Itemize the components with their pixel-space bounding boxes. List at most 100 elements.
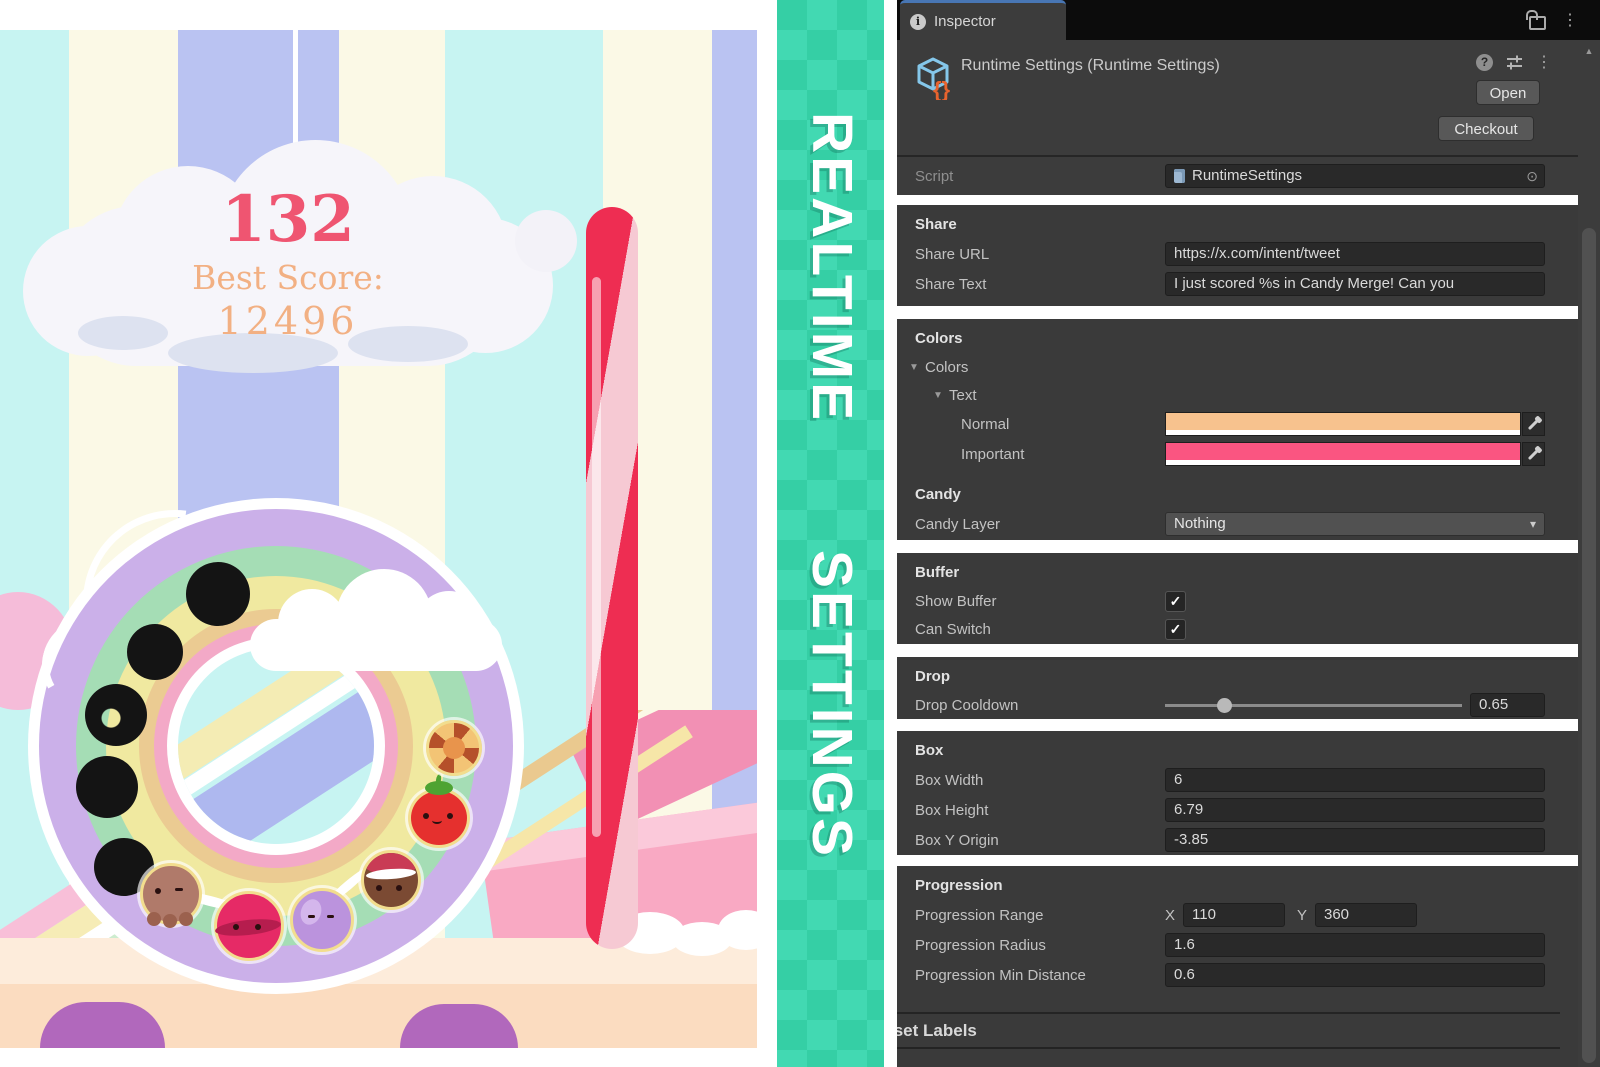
progression-min-distance-label: Progression Min Distance [915, 967, 1165, 984]
can-switch-label: Can Switch [915, 621, 1165, 638]
strawberry-candy [408, 788, 470, 848]
box-height-input[interactable]: 6.79 [1165, 798, 1545, 822]
object-picker-icon[interactable]: ⊙ [1526, 165, 1538, 187]
share-text-label: Share Text [915, 276, 1165, 293]
share-header: Share [915, 213, 1578, 239]
inspector-tab-bar: i Inspector ⋮ [897, 0, 1600, 40]
progression-range-label: Progression Range [915, 907, 1165, 924]
open-button[interactable]: Open [1476, 80, 1540, 105]
eyedropper-icon [1528, 449, 1539, 460]
box-height-label: Box Height [915, 802, 1165, 819]
buffer-header: Buffer [915, 561, 1578, 587]
banner-word-realtime: REALTIME [799, 112, 865, 423]
eyedropper-button[interactable] [1522, 412, 1545, 436]
important-color-label: Important [915, 446, 1165, 463]
colors-header: Colors [915, 327, 1578, 353]
cloud-puff [515, 210, 577, 272]
candy-layer-label: Candy Layer [915, 516, 1165, 533]
svg-text:{}: {} [933, 77, 951, 100]
component-header: {} Runtime Settings (Runtime Settings) ?… [897, 40, 1578, 195]
show-buffer-checkbox[interactable]: ✓ [1165, 591, 1186, 612]
script-field[interactable]: RuntimeSettings ⊙ [1165, 164, 1545, 188]
asset-labels-title: Asset Labels [897, 1021, 977, 1041]
progression-range-x-input[interactable]: 110 [1183, 903, 1285, 927]
x-axis-label: X [1165, 907, 1183, 924]
realtime-settings-banner: REALTIME SETTINGS [777, 0, 884, 1067]
colors-group-label: Colors [925, 359, 1175, 376]
important-color-swatch[interactable] [1165, 442, 1521, 466]
game-top-band [0, 0, 757, 30]
progression-radius-label: Progression Radius [915, 937, 1165, 954]
progression-min-distance-input[interactable]: 0.6 [1165, 963, 1545, 987]
foldout-icon[interactable]: ▼ [909, 362, 925, 373]
drop-cooldown-value[interactable]: 0.65 [1470, 693, 1545, 717]
tab-inspector[interactable]: i Inspector [900, 0, 1066, 40]
swirl-candy [426, 720, 482, 776]
snow-line [655, 934, 757, 942]
share-url-input[interactable]: https://x.com/intent/tweet [1165, 242, 1545, 266]
section-share: Share Share URL https://x.com/intent/twe… [897, 205, 1578, 306]
drop-header: Drop [915, 665, 1578, 691]
box-y-origin-label: Box Y Origin [915, 832, 1165, 849]
candy-ring [28, 498, 524, 994]
progression-header: Progression [915, 874, 1578, 900]
help-icon[interactable]: ? [1476, 54, 1493, 71]
inspector-scrollbar[interactable]: ▲ [1578, 40, 1600, 1067]
component-menu-icon[interactable]: ⋮ [1536, 52, 1552, 72]
show-buffer-label: Show Buffer [915, 593, 1165, 610]
game-screenshot: 132 Best Score: 12496 [0, 0, 757, 1048]
eyedropper-icon [1528, 419, 1539, 430]
ninja-candy [214, 891, 284, 961]
presets-icon[interactable] [1506, 54, 1523, 70]
share-url-label: Share URL [915, 246, 1165, 263]
normal-color-label: Normal [915, 416, 1165, 433]
tab-menu-icon[interactable]: ⋮ [1562, 10, 1578, 30]
text-group-label: Text [949, 387, 1199, 404]
locked-candy-donut [85, 684, 147, 746]
box-y-origin-input[interactable]: -3.85 [1165, 828, 1545, 852]
section-box: Box Box Width 6 Box Height 6.79 Box Y Or… [897, 731, 1578, 855]
progression-range-y-input[interactable]: 360 [1315, 903, 1417, 927]
eyedropper-button[interactable] [1522, 442, 1545, 466]
box-width-label: Box Width [915, 772, 1165, 789]
screenshot-root: 132 Best Score: 12496 REALTIME SETTINGS … [0, 0, 1600, 1067]
drop-cooldown-slider[interactable] [1165, 690, 1462, 720]
normal-color-swatch[interactable] [1165, 412, 1521, 436]
script-row: Script RuntimeSettings ⊙ [897, 157, 1578, 195]
asset-labels-bar[interactable]: Asset Labels [897, 1014, 1560, 1049]
unlock-icon[interactable] [1529, 16, 1546, 30]
box-header: Box [915, 739, 1578, 765]
component-title: Runtime Settings (Runtime Settings) [961, 57, 1220, 75]
chocolate-truffle-candy [361, 850, 421, 910]
unity-inspector-panel: i Inspector ⋮ {} Runtime Settings (Runti… [897, 0, 1600, 1067]
slider-handle[interactable] [1217, 698, 1232, 713]
scroll-up-icon[interactable]: ▲ [1578, 46, 1600, 56]
grape-jelly-candy [290, 888, 354, 952]
locked-candy-ball [127, 624, 183, 680]
best-score-label: Best Score: [88, 258, 488, 297]
share-text-input[interactable]: I just scored %s in Candy Merge! Can you [1165, 272, 1545, 296]
tab-inspector-label: Inspector [934, 13, 996, 30]
banner-word-settings: SETTINGS [799, 550, 865, 859]
can-switch-checkbox[interactable]: ✓ [1165, 619, 1186, 640]
section-colors: Colors ▼ Colors ▼ Text Normal Important [897, 319, 1578, 540]
checkout-button[interactable]: Checkout [1438, 116, 1534, 141]
y-axis-label: Y [1297, 907, 1315, 924]
box-width-input[interactable]: 6 [1165, 768, 1545, 792]
best-score-value: 12496 [88, 299, 488, 343]
score-cloud: 132 Best Score: 12496 [18, 148, 558, 398]
candy-cane-pole [586, 207, 638, 949]
progression-radius-input[interactable]: 1.6 [1165, 933, 1545, 957]
scrollbar-thumb[interactable] [1582, 228, 1596, 1063]
script-label: Script [915, 168, 1165, 185]
section-drop: Drop Drop Cooldown 0.65 [897, 657, 1578, 719]
section-buffer: Buffer Show Buffer ✓ Can Switch ✓ [897, 553, 1578, 644]
candy-layer-dropdown[interactable]: Nothing ▾ [1165, 512, 1545, 536]
script-file-icon [1174, 169, 1185, 183]
dropdown-arrow-icon: ▾ [1530, 513, 1536, 535]
current-score: 132 [88, 188, 488, 252]
slider-track [1165, 704, 1462, 707]
script-value: RuntimeSettings [1192, 165, 1302, 187]
drop-cooldown-label: Drop Cooldown [915, 697, 1165, 714]
foldout-icon[interactable]: ▼ [933, 390, 949, 401]
